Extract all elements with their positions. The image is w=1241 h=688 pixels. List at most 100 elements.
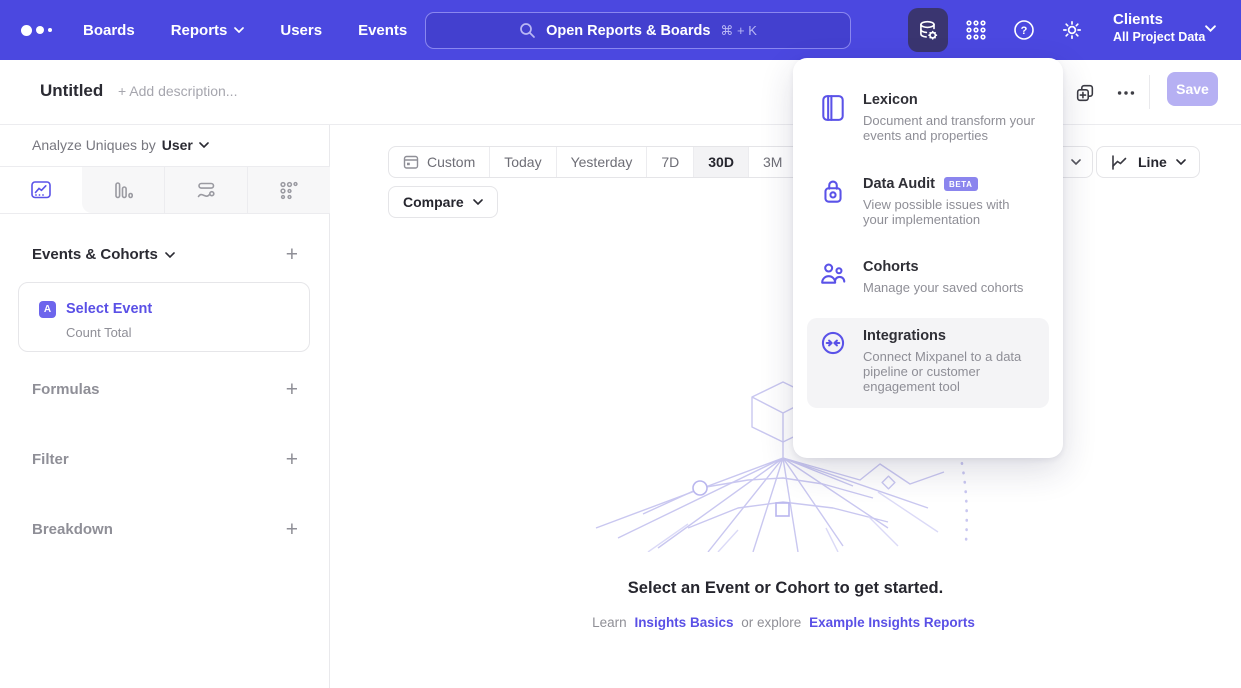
nav-boards[interactable]: Boards (83, 22, 135, 39)
select-event-label[interactable]: Select Event (66, 301, 152, 317)
menu-item-cohorts[interactable]: Cohorts Manage your saved cohorts (807, 249, 1049, 308)
nav-events[interactable]: Events (358, 22, 407, 39)
formulas-section: Formulas + (32, 379, 298, 400)
project-switcher[interactable]: Clients All Project Data (1113, 11, 1205, 44)
search-icon (519, 22, 536, 39)
report-title[interactable]: Untitled (40, 81, 103, 101)
search-placeholder: Open Reports & Boards (546, 23, 710, 39)
menu-item-title: Lexicon (863, 92, 918, 108)
query-builder-sidebar: Analyze Uniques by User (0, 125, 330, 688)
menu-item-description: View possible issues with your implement… (863, 197, 1037, 228)
range-today[interactable]: Today (490, 147, 556, 177)
event-card[interactable]: A Select Event Count Total (18, 282, 310, 352)
breakdown-header: Breakdown (32, 521, 113, 538)
formulas-header: Formulas (32, 381, 100, 398)
or-explore-text: or explore (741, 615, 801, 630)
calendar-icon (403, 154, 419, 170)
chevron-down-icon (1205, 25, 1216, 32)
range-custom[interactable]: Custom (389, 147, 490, 177)
line-chart-icon (1110, 154, 1129, 171)
account-title: Clients (1113, 11, 1205, 28)
events-cohorts-section: Events & Cohorts + (32, 244, 298, 265)
beta-badge: BETA (944, 177, 978, 191)
add-formula-button[interactable]: + (286, 379, 298, 400)
help-icon: ? (1012, 18, 1036, 42)
menu-item-title: Cohorts (863, 259, 919, 275)
svg-text:?: ? (1021, 25, 1028, 37)
tab-flow[interactable] (164, 167, 247, 213)
add-breakdown-button[interactable]: + (286, 519, 298, 540)
add-event-button[interactable]: + (286, 244, 298, 265)
menu-item-lexicon[interactable]: Lexicon Document and transform your even… (807, 82, 1049, 157)
count-total-selector[interactable]: Count Total (66, 325, 132, 340)
menu-item-data-audit[interactable]: Data Audit BETA View possible issues with… (807, 166, 1049, 241)
empty-state: Select an Event or Cohort to get started… (330, 579, 1241, 630)
analyze-uniques-selector[interactable]: Analyze Uniques by User (32, 137, 209, 153)
global-search-input[interactable]: Open Reports & Boards ⌘ + K (425, 12, 851, 49)
apps-grid-icon (964, 18, 988, 42)
duplicate-button[interactable] (1072, 80, 1098, 106)
range-overflow-button[interactable] (1060, 147, 1092, 177)
integrations-sync-icon (820, 330, 846, 356)
filter-section: Filter + (32, 449, 298, 470)
learn-prefix: Learn (592, 615, 627, 630)
more-icon (1115, 82, 1137, 104)
help-button[interactable]: ? (1010, 16, 1038, 44)
breakdown-section: Breakdown + (32, 519, 298, 540)
data-management-menu: Lexicon Document and transform your even… (793, 58, 1063, 458)
data-management-icon (916, 18, 940, 42)
analyze-value: User (162, 137, 193, 153)
range-30d-selected[interactable]: 30D (694, 147, 749, 177)
account-subtitle: All Project Data (1113, 30, 1205, 44)
menu-item-description: Document and transform your events and p… (863, 113, 1037, 144)
cohorts-people-icon (820, 261, 846, 287)
nav-users[interactable]: Users (280, 22, 322, 39)
save-button[interactable]: Save (1167, 72, 1218, 106)
range-3m[interactable]: 3M (749, 147, 797, 177)
example-reports-link[interactable]: Example Insights Reports (809, 615, 975, 630)
divider (1149, 75, 1150, 109)
report-description-field[interactable]: + Add description... (118, 83, 237, 99)
menu-item-title: Data Audit (863, 176, 935, 192)
chart-type-button[interactable]: Line (1096, 146, 1200, 178)
bar-chart-tab-icon (112, 180, 134, 201)
analyze-prefix-label: Analyze Uniques by (32, 137, 156, 153)
chart-type-tabs (0, 166, 330, 214)
menu-item-integrations[interactable]: Integrations Connect Mixpanel to a data … (807, 318, 1049, 408)
lexicon-book-icon (820, 94, 846, 122)
tab-metrics-grid[interactable] (247, 167, 330, 213)
mixpanel-logo-icon[interactable] (21, 22, 69, 38)
apps-grid-button[interactable] (962, 16, 990, 44)
add-filter-button[interactable]: + (286, 449, 298, 470)
chevron-down-icon (234, 27, 244, 33)
chevron-down-icon (473, 199, 483, 205)
search-shortcut: ⌘ + K (720, 23, 757, 39)
range-7d[interactable]: 7D (647, 147, 694, 177)
tab-bar-chart[interactable] (82, 167, 164, 213)
settings-gear-icon (1060, 18, 1084, 42)
compare-button[interactable]: Compare (388, 186, 498, 218)
settings-button[interactable] (1058, 16, 1086, 44)
events-cohorts-header[interactable]: Events & Cohorts (32, 246, 175, 263)
flow-tab-icon (195, 180, 217, 201)
more-options-button[interactable] (1113, 80, 1139, 106)
primary-nav: Boards Reports Users Events (83, 0, 407, 60)
report-canvas: Custom Today Yesterday 7D 30D 3M 6M Comp… (330, 125, 1241, 688)
nav-reports[interactable]: Reports (171, 22, 245, 39)
event-series-badge: A (39, 301, 56, 318)
data-management-button[interactable] (908, 8, 948, 52)
top-navbar: Boards Reports Users Events Open Reports… (0, 0, 1241, 60)
metrics-grid-tab-icon (278, 180, 300, 201)
menu-item-description: Manage your saved cohorts (863, 280, 1023, 295)
range-yesterday[interactable]: Yesterday (557, 147, 648, 177)
chevron-down-icon (1176, 159, 1186, 165)
insights-basics-link[interactable]: Insights Basics (634, 615, 733, 630)
tab-line-chart[interactable] (0, 167, 82, 213)
menu-item-title: Integrations (863, 328, 946, 344)
line-chart-tab-icon (30, 180, 52, 201)
filter-header: Filter (32, 451, 69, 468)
menu-item-description: Connect Mixpanel to a data pipeline or c… (863, 349, 1037, 395)
chevron-down-icon (165, 252, 175, 258)
chevron-down-icon (1071, 159, 1081, 165)
mixpanel-insights-app: Boards Reports Users Events Open Reports… (0, 0, 1241, 688)
